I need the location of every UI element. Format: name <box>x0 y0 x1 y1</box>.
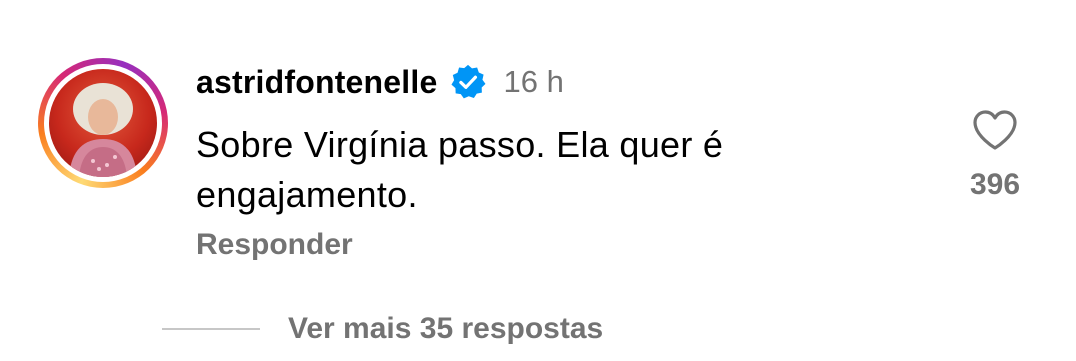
comment-header: astridfontenelle 16 h <box>196 60 564 104</box>
comment-text: Sobre Virgínia passo. Ela quer é engajam… <box>196 120 896 220</box>
verified-badge-icon <box>449 63 487 101</box>
view-more-replies-button[interactable]: Ver mais 35 respostas <box>162 306 603 352</box>
heart-outline-icon[interactable] <box>971 108 1019 152</box>
username[interactable]: astridfontenelle <box>196 64 437 101</box>
avatar-image <box>69 83 137 177</box>
view-more-replies-label: Ver mais 35 respostas <box>288 312 604 345</box>
comment-text-line-1: Sobre Virgínia passo. Ela quer é <box>196 124 724 165</box>
like-count: 396 <box>969 168 1021 201</box>
comment-text-line-2: engajamento. <box>196 174 418 215</box>
story-ring[interactable] <box>38 58 168 188</box>
replies-divider-line <box>162 328 260 330</box>
avatar[interactable] <box>49 69 157 177</box>
like-section: 396 <box>950 108 1040 208</box>
comment-timestamp: 16 h <box>503 64 564 99</box>
comment-item: astridfontenelle 16 h Sobre Virgínia pas… <box>0 0 1076 300</box>
reply-button[interactable]: Responder <box>196 228 353 262</box>
